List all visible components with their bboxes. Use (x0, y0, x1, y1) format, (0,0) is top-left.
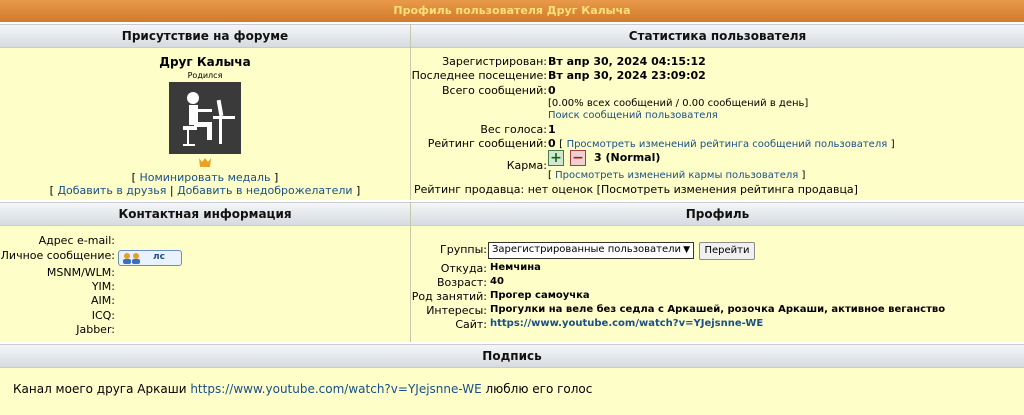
karma-label: Карма: (506, 159, 547, 172)
stats-panel: Зарегистрирован: Вт апр 30, 2024 04:15:1… (411, 48, 1024, 200)
medal-icon (198, 157, 212, 168)
groups-select[interactable]: Зарегистрированные пользователи ▼ (488, 242, 694, 259)
signature-prefix: Канал моего друга Аркаши (13, 382, 187, 396)
avatar (169, 82, 241, 154)
rating-label: Рейтинг сообщений: (427, 137, 547, 150)
karma-minus-button[interactable]: − (570, 150, 586, 166)
rating-history-link[interactable]: Просмотреть изменений рейтинга сообщений… (567, 139, 888, 150)
nominate-medal-link[interactable]: Номинировать медаль (139, 171, 270, 184)
groups-selected: Зарегистрированные пользователи (492, 244, 682, 255)
posts-value: 0 (548, 84, 556, 97)
signature-text: Канал моего друга Аркаши https://www.you… (13, 382, 592, 396)
site-label: Сайт: (455, 318, 487, 331)
email-label: Адрес e-mail: (38, 234, 115, 247)
presence-header: Присутствие на форуме (0, 24, 410, 48)
karma-history-link[interactable]: Просмотреть изменений кармы пользователя (555, 170, 798, 181)
seller-rating: Рейтинг продавца: нет оценок [Посмотреть… (414, 183, 858, 196)
contact-header: Контактная информация (0, 202, 410, 226)
karma-value: 3 (Normal) (594, 151, 661, 164)
jabber-label: Jabber: (76, 323, 115, 336)
signature-panel: Канал моего друга Аркаши https://www.you… (0, 368, 1024, 415)
rating-row: 0 [ Просмотреть изменений рейтинга сообщ… (548, 137, 895, 150)
page-title: Профиль пользователя Друг Калыча (0, 0, 1024, 22)
groups-label: Группы: (440, 243, 487, 256)
occupation-value: Прогер самоучка (490, 290, 590, 301)
yim-label: YIM: (91, 280, 115, 293)
karma-plus-button[interactable]: + (548, 150, 564, 166)
signature-suffix: люблю его голос (485, 382, 593, 396)
friend-row: [ Добавить в друзья | Добавить в недобро… (0, 184, 410, 197)
bracket: ] (274, 171, 279, 184)
rating-value: 0 (548, 137, 556, 150)
presence-panel: Друг Калыча Родился [ Номинировать медал… (0, 48, 410, 200)
profile-panel: Группы: Зарегистрированные пользователи … (411, 226, 1024, 342)
pm-button[interactable]: лс (118, 250, 182, 266)
column-divider (410, 202, 411, 342)
bracket: [ (559, 139, 564, 150)
posts-label: Всего сообщений: (442, 84, 547, 97)
interests-label: Интересы: (426, 304, 487, 317)
pm-button-label: лс (153, 252, 165, 262)
nominate-row: [ Номинировать медаль ] (0, 171, 410, 184)
age-label: Возраст: (436, 276, 487, 289)
last-visit-label: Последнее посещение: (411, 69, 547, 82)
posts-detail: [0.00% всех сообщений / 0.00 сообщений в… (548, 98, 809, 109)
chevron-down-icon: ▼ (683, 245, 690, 255)
profile-header: Профиль (411, 202, 1024, 226)
separator: | (169, 184, 174, 197)
karma-link-row: [ Просмотреть изменений кармы пользовате… (548, 170, 805, 181)
from-value: Немчина (490, 262, 541, 273)
bracket: [ (49, 184, 54, 197)
add-friend-link[interactable]: Добавить в друзья (57, 184, 166, 197)
icq-label: ICQ: (91, 309, 115, 322)
column-divider (410, 24, 411, 200)
pm-label: Личное сообщение: (0, 249, 115, 262)
from-label: Откуда: (440, 262, 487, 275)
msnm-label: MSNM/WLM: (46, 266, 115, 279)
bracket: ] (356, 184, 361, 197)
stats-header: Статистика пользователя (411, 24, 1024, 48)
users-icon (123, 253, 140, 264)
username: Друг Калыча (159, 55, 251, 69)
vote-weight-value: 1 (548, 123, 556, 136)
last-visit-value: Вт апр 30, 2024 23:09:02 (548, 69, 706, 82)
aim-label: AIM: (91, 294, 115, 307)
signature-link[interactable]: https://www.youtube.com/watch?v=YJejsnne… (190, 382, 481, 396)
search-posts-link[interactable]: Поиск сообщений пользователя (548, 110, 718, 121)
signature-header: Подпись (0, 344, 1024, 368)
bracket: [ (131, 171, 136, 184)
vote-weight-label: Вес голоса: (480, 123, 547, 136)
age-value: 40 (490, 276, 504, 287)
site-link[interactable]: https://www.youtube.com/watch?v=YJejsnne… (490, 318, 763, 329)
user-rank: Родился (187, 71, 223, 80)
registered-value: Вт апр 30, 2024 04:15:12 (548, 55, 706, 68)
occupation-label: Род занятий: (411, 290, 487, 303)
bracket: ] (801, 170, 806, 181)
registered-label: Зарегистрирован: (442, 55, 547, 68)
contact-panel: Адрес e-mail: Личное сообщение: MSNM/WLM… (0, 226, 410, 342)
go-button[interactable]: Перейти (699, 242, 755, 260)
interests-value: Прогулки на веле без седла с Аркашей, ро… (490, 304, 946, 315)
add-foe-link[interactable]: Добавить в недоброжелатели (177, 184, 352, 197)
bracket: [ (548, 170, 552, 181)
bracket: ] (890, 139, 895, 150)
